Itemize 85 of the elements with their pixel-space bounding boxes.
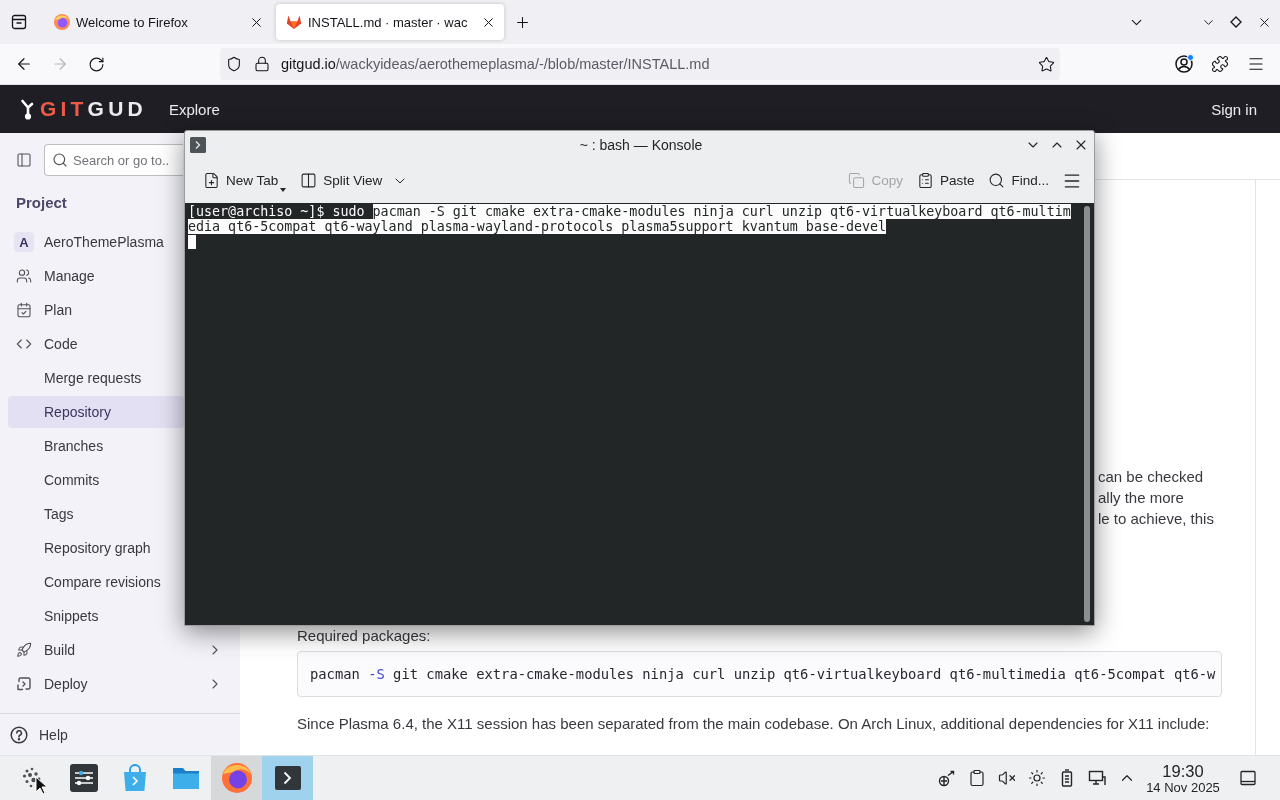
box-icon [11, 14, 27, 30]
split-view-button[interactable]: Split View [294, 164, 415, 197]
square-chevron-icon [16, 676, 32, 692]
sidebar-item[interactable]: Commits [8, 464, 184, 496]
copy-icon [848, 172, 866, 189]
users-icon [16, 268, 32, 284]
paragraph-text: Since Plasma 6.4, the X11 session has been separated from the main codebase. On Arch Linux, additional dependencies for X11 include: [297, 714, 1211, 734]
sun-icon[interactable] [1028, 769, 1046, 787]
taskbar-button[interactable] [262, 756, 313, 800]
sidebar-item[interactable]: Plan [8, 294, 184, 326]
question-circle-icon [10, 725, 28, 744]
help-link[interactable]: Help [10, 718, 76, 751]
calendar-icon [16, 302, 32, 318]
clipboard-icon[interactable] [968, 769, 986, 787]
clock-date: 14 Nov 2025 [1146, 779, 1220, 795]
search-icon [988, 172, 1006, 189]
text-cursor [188, 235, 196, 249]
muted-speaker-icon[interactable] [998, 769, 1016, 787]
logo-text: GIT [40, 97, 88, 121]
paragraph-text: le to achieve, this [1098, 509, 1215, 529]
fox-head-icon [286, 14, 302, 30]
puzzle-icon [1211, 55, 1229, 73]
caret-icon [280, 187, 287, 192]
explore-link[interactable]: Explore [168, 100, 220, 118]
desktop-icon[interactable] [1240, 770, 1256, 786]
clock-time: 19:30 [1162, 761, 1204, 780]
browser-tab[interactable]: Welcome to Firefox [44, 4, 272, 40]
sidebar-item[interactable]: Snippets [8, 600, 184, 632]
url-text: gitgud.io/wackyideas/aerothemeplasma/-/blob/master/INSTALL.md [281, 56, 711, 72]
shield-icon [226, 56, 242, 72]
battery-icon[interactable] [1061, 769, 1073, 787]
lock-icon [254, 56, 270, 72]
project-link[interactable]: A AeroThemePlasma [8, 226, 184, 258]
logo-text: GUD [87, 97, 147, 121]
terminal-text: pacman -S git cmake extra-cmake-modules ninja curl unzip qt6-virtualkeyboard qt6-multim [372, 204, 1071, 219]
sidebar-item[interactable]: Compare revisions [8, 566, 184, 598]
panel-toggle-icon[interactable] [16, 152, 32, 168]
rocket-icon [16, 642, 32, 658]
mouse-pointer-icon [35, 776, 47, 795]
sidebar-item[interactable]: Repository [8, 396, 184, 428]
sidebar-item[interactable]: Manage [8, 260, 184, 292]
diamond-icon [1230, 16, 1242, 28]
file-plus-icon [203, 172, 220, 189]
section-heading: Project [16, 193, 67, 213]
globe-icon[interactable] [220, 762, 253, 794]
sidebar-item[interactable]: Merge requests [8, 362, 184, 394]
terminal-icon [190, 136, 206, 153]
terminal-text: edia qt6-5compat qt6-wayland plasma-wayland-protocols plasma5support kvantum base-devel [188, 219, 887, 234]
sidebar-item[interactable]: Repository graph [8, 532, 184, 564]
paragraph-text: can be checked [1098, 467, 1205, 487]
code-icon [16, 336, 32, 352]
arrow-right-icon [51, 55, 69, 73]
terminal-icon[interactable] [272, 763, 303, 793]
sidebar-item[interactable]: Tags [8, 498, 184, 530]
browser-tab[interactable]: INSTALL.md · master · wac [276, 4, 504, 40]
branch-mark-icon [20, 98, 36, 120]
find-button[interactable]: Find... [982, 164, 1055, 197]
paragraph-text: ally the more [1098, 488, 1185, 508]
sidebar-item[interactable]: Code [8, 328, 184, 360]
paste-button[interactable]: Paste [910, 164, 981, 197]
sidebar-item[interactable]: Build [8, 634, 232, 666]
reload-icon [87, 55, 105, 73]
sliders-icon[interactable] [68, 763, 99, 793]
project-avatar: A [14, 232, 34, 252]
account-icon [1174, 54, 1194, 74]
terminal-text: sudo [332, 204, 365, 219]
sign-in-link[interactable]: Sign in [1211, 100, 1257, 118]
scrollbar[interactable] [1084, 206, 1090, 622]
globe-icon [54, 14, 70, 30]
columns-icon [300, 172, 318, 189]
clipboard-icon [916, 172, 934, 189]
new-tab-button[interactable]: New Tab [197, 164, 293, 197]
sidebar-item[interactable]: Deploy [8, 668, 232, 700]
search-icon [52, 152, 68, 168]
code-block: pacman -S git cmake extra-cmake-modules ninja curl unzip qt6-virtualkeyboard qt6-multimedia qt6-5compat qt6-w [297, 651, 1222, 697]
star-icon [1037, 55, 1055, 73]
search-field[interactable]: Search or go to.. [44, 144, 183, 176]
share-icon[interactable] [938, 769, 956, 787]
window-title: ~ : bash — Konsole [579, 136, 703, 153]
menu-icon [1247, 55, 1265, 73]
terminal-text: [user@archiso ~]$ [188, 204, 325, 219]
monitor-icon[interactable] [1088, 769, 1106, 787]
sidebar-item[interactable]: Branches [8, 430, 184, 462]
address-bar[interactable]: gitgud.io/wackyideas/aerothemeplasma/-/blob/master/INSTALL.md [220, 48, 1060, 80]
paragraph-text: Required packages: [297, 626, 432, 646]
